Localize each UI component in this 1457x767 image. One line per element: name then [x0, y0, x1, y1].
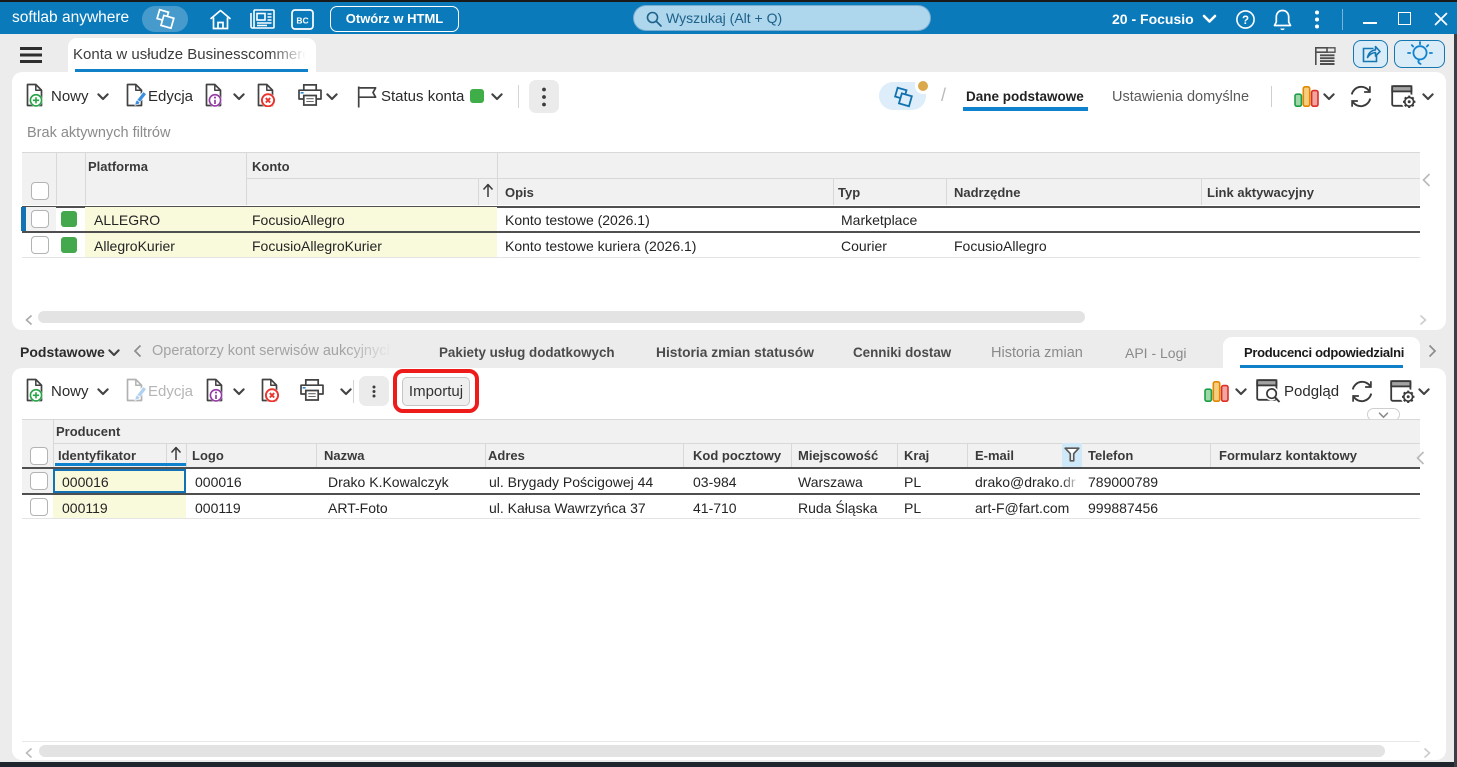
svg-text:?: ? [1242, 15, 1249, 27]
svg-text:BC: BC [296, 16, 308, 26]
